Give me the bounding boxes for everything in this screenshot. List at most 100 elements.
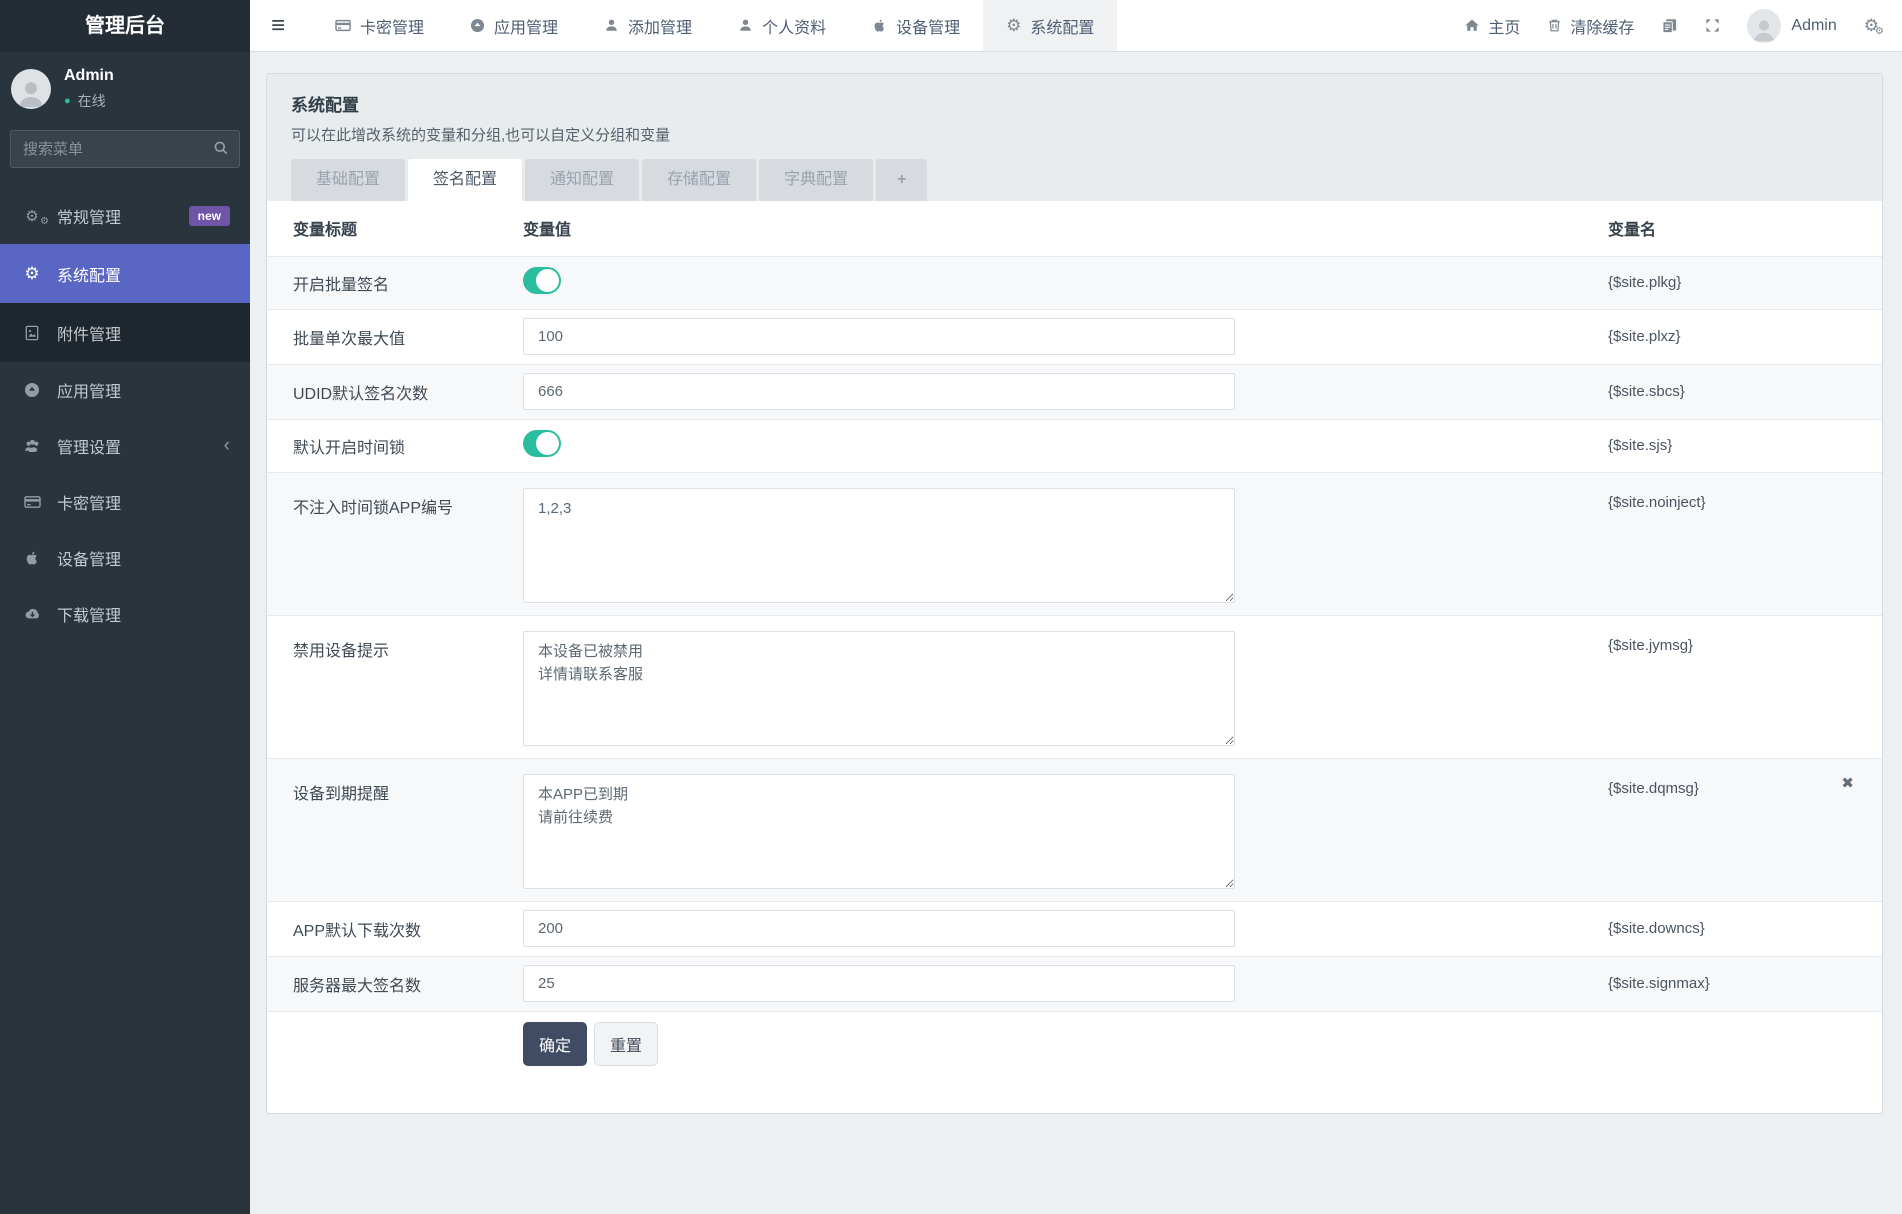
tab-basic-config[interactable]: 基础配置	[291, 159, 405, 201]
var-name: {$site.noinject}	[1608, 494, 1706, 511]
table-row: 禁用设备提示 本设备已被禁用 详情请联系客服 {$site.jymsg}	[267, 615, 1882, 758]
chevron-left-icon[interactable]: ‹	[224, 435, 230, 457]
table-row: UDID默认签名次数 {$site.sbcs}	[267, 364, 1882, 419]
apple-icon	[872, 18, 887, 33]
sidebar-item-device[interactable]: 设备管理	[0, 530, 250, 586]
remove-row-icon[interactable]: ✖	[1841, 776, 1854, 791]
copy-docs-button[interactable]	[1661, 18, 1678, 34]
nav-item-label: 添加管理	[628, 14, 692, 38]
main-area: ≡ 卡密管理 应用管理	[250, 0, 1902, 1214]
tab-storage-config[interactable]: 存储配置	[642, 159, 756, 201]
nav-item-card[interactable]: 卡密管理	[312, 0, 447, 51]
download-count-input[interactable]	[523, 910, 1235, 947]
server-max-sign-input[interactable]	[523, 965, 1235, 1002]
nav-item-profile[interactable]: 个人资料	[715, 0, 849, 51]
hamburger-icon[interactable]: ≡	[271, 14, 285, 38]
row-label: 不注入时间锁APP编号	[267, 472, 523, 615]
nav-item-label: 个人资料	[762, 14, 826, 38]
settings-cogs-icon[interactable]: ⚙⚙	[1864, 17, 1879, 34]
user-icon	[738, 18, 753, 33]
user-status: ● 在线	[64, 91, 114, 111]
search-icon[interactable]	[213, 140, 229, 156]
row-label: 开启批量签名	[267, 256, 523, 309]
table-header-row: 变量标题 变量值 变量名	[267, 201, 1882, 256]
navbar-menu: 卡密管理 应用管理 添加管理	[312, 0, 1117, 51]
sidebar-item-app[interactable]: 应用管理	[0, 362, 250, 418]
sidebar-item-label: 附件管理	[57, 321, 121, 345]
sidebar-item-card[interactable]: 卡密管理	[0, 474, 250, 530]
gear-icon: ⚙	[1006, 17, 1021, 34]
tab-sign-config[interactable]: 签名配置	[408, 159, 522, 201]
table-row: 批量单次最大值 {$site.plxz}	[267, 309, 1882, 364]
var-name: {$site.downcs}	[1608, 920, 1705, 937]
fullscreen-button[interactable]	[1705, 18, 1720, 33]
disabled-device-msg-textarea[interactable]: 本设备已被禁用 详情请联系客服	[523, 631, 1235, 746]
avatar	[11, 69, 51, 109]
sidebar-item-system-config[interactable]: ⚙ 系统配置	[0, 244, 250, 303]
nav-item-add[interactable]: 添加管理	[581, 0, 715, 51]
timelock-toggle[interactable]	[523, 430, 561, 457]
online-dot-icon: ●	[64, 96, 71, 107]
sidebar-item-label: 下载管理	[57, 602, 121, 626]
card-body: 变量标题 变量值 变量名 开启批量签名 {$site.plkg}	[267, 201, 1882, 1113]
sidebar-item-admin-settings[interactable]: 管理设置 ‹	[0, 418, 250, 474]
nav-item-device[interactable]: 设备管理	[849, 0, 983, 51]
user-status-label: 在线	[78, 91, 106, 111]
submit-button[interactable]: 确定	[523, 1022, 587, 1066]
var-name: {$site.plxz}	[1608, 328, 1681, 345]
nav-item-label: 设备管理	[896, 14, 960, 38]
sidebar-search	[10, 130, 240, 168]
file-image-icon	[20, 325, 44, 341]
trash-icon	[1547, 18, 1562, 33]
sidebar-group-general[interactable]: ⚙⚙ 常规管理 new	[0, 188, 250, 244]
nav-item-label: 系统配置	[1030, 14, 1094, 38]
tab-notify-config[interactable]: 通知配置	[525, 159, 639, 201]
reset-button[interactable]: 重置	[594, 1022, 658, 1066]
col-header-varname: 变量名	[1583, 201, 1882, 256]
system-config-card: 系统配置 可以在此增改系统的变量和分组,也可以自定义分组和变量 基础配置 签名配…	[266, 73, 1883, 1114]
home-button[interactable]: 主页	[1464, 14, 1520, 38]
nav-item-label: 卡密管理	[360, 14, 424, 38]
row-label: 批量单次最大值	[267, 309, 523, 364]
circle-caret-icon	[470, 18, 485, 33]
add-tab-button[interactable]: +	[876, 159, 927, 201]
var-name: {$site.sjs}	[1608, 437, 1672, 454]
account-menu[interactable]: Admin	[1747, 9, 1836, 43]
table-row: 开启批量签名 {$site.plkg}	[267, 256, 1882, 309]
nav-item-app[interactable]: 应用管理	[447, 0, 581, 51]
udid-sign-count-input[interactable]	[523, 373, 1235, 410]
sidebar-user-block: Admin ● 在线	[0, 52, 250, 124]
table-row: 设备到期提醒 本APP已到期 请前往续费 {$site.dqmsg} ✖	[267, 758, 1882, 901]
var-name: {$site.sbcs}	[1608, 383, 1685, 400]
users-icon	[20, 438, 44, 454]
noinject-apps-textarea[interactable]: 1,2,3	[523, 488, 1235, 603]
clear-cache-button[interactable]: 清除缓存	[1547, 14, 1634, 38]
circle-caret-icon	[20, 382, 44, 398]
sidebar-nav: ⚙⚙ 常规管理 new ⚙ 系统配置 附件管理	[0, 188, 250, 1214]
row-label: APP默认下载次数	[267, 901, 523, 956]
sidebar-group-label: 常规管理	[57, 204, 121, 228]
nav-item-system-config[interactable]: ⚙ 系统配置	[983, 0, 1117, 51]
expire-msg-textarea[interactable]: 本APP已到期 请前往续费	[523, 774, 1235, 889]
home-label: 主页	[1488, 14, 1520, 38]
batch-sign-toggle[interactable]	[523, 267, 561, 294]
gear-icon: ⚙	[20, 265, 44, 282]
batch-max-input[interactable]	[523, 318, 1235, 355]
col-header-value: 变量值	[523, 201, 1583, 256]
row-label: 禁用设备提示	[267, 615, 523, 758]
person-silhouette-icon	[14, 77, 48, 109]
var-name: {$site.plkg}	[1608, 274, 1681, 291]
page-subtitle: 可以在此增改系统的变量和分组,也可以自定义分组和变量	[291, 124, 1858, 145]
table-row: 默认开启时间锁 {$site.sjs}	[267, 419, 1882, 472]
config-tabs: 基础配置 签名配置 通知配置 存储配置 字典配置 +	[291, 159, 1858, 201]
table-row: APP默认下载次数 {$site.downcs}	[267, 901, 1882, 956]
sidebar-item-download[interactable]: 下载管理	[0, 586, 250, 642]
tab-dict-config[interactable]: 字典配置	[759, 159, 873, 201]
var-name: {$site.signmax}	[1608, 975, 1710, 992]
menu-search-input[interactable]	[10, 130, 240, 168]
var-name: {$site.dqmsg}	[1608, 780, 1699, 797]
row-label: 服务器最大签名数	[267, 956, 523, 1011]
sidebar-item-attachment[interactable]: 附件管理	[0, 303, 250, 362]
card-header: 系统配置 可以在此增改系统的变量和分组,也可以自定义分组和变量 基础配置 签名配…	[267, 74, 1882, 201]
new-badge: new	[189, 206, 230, 226]
